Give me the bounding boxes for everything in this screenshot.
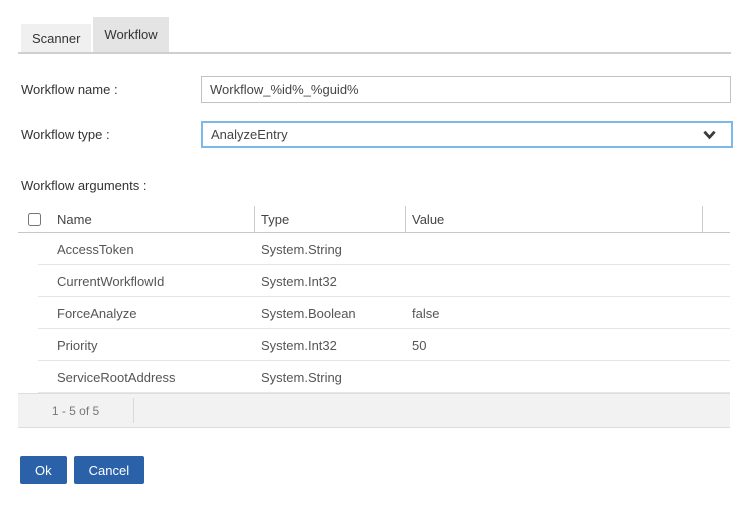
tab-bar: Scanner Workflow — [18, 0, 731, 54]
workflow-name-input[interactable] — [201, 76, 731, 103]
action-button-bar: Ok Cancel — [20, 456, 747, 484]
header-checkbox-cell — [18, 206, 57, 232]
cell-value: false — [406, 297, 703, 329]
cell-name: CurrentWorkflowId — [57, 265, 255, 297]
table-row[interactable]: CurrentWorkflowId System.Int32 — [18, 265, 730, 297]
workflow-name-label: Workflow name : — [21, 82, 201, 97]
workflow-type-row: Workflow type : AnalyzeEntry — [21, 121, 747, 148]
chevron-down-icon — [702, 128, 717, 141]
table-row[interactable]: Priority System.Int32 50 — [18, 329, 730, 361]
table-row[interactable]: ForceAnalyze System.Boolean false — [18, 297, 730, 329]
tab-scanner-label: Scanner — [32, 31, 80, 46]
column-header-name: Name — [57, 206, 255, 232]
cell-value: 50 — [406, 329, 703, 361]
column-header-type: Type — [255, 206, 406, 232]
tab-scanner[interactable]: Scanner — [21, 24, 91, 52]
arguments-table: Name Type Value AccessToken System.Strin… — [18, 206, 730, 428]
cell-value — [406, 233, 703, 265]
cell-type: System.Boolean — [255, 297, 406, 329]
pagination-status: 1 - 5 of 5 — [18, 398, 134, 423]
select-all-checkbox[interactable] — [28, 213, 41, 226]
cell-value — [406, 361, 703, 393]
cell-name: Priority — [57, 329, 255, 361]
tab-workflow[interactable]: Workflow — [93, 17, 168, 52]
cell-name: ForceAnalyze — [57, 297, 255, 329]
workflow-arguments-label: Workflow arguments : — [21, 178, 747, 193]
cell-type: System.Int32 — [255, 329, 406, 361]
workflow-type-label: Workflow type : — [21, 127, 201, 142]
table-header-row: Name Type Value — [18, 206, 730, 233]
cell-type: System.String — [255, 233, 406, 265]
cell-type: System.String — [255, 361, 406, 393]
header-spacer-cell — [703, 206, 730, 232]
workflow-type-value: AnalyzeEntry — [211, 127, 288, 142]
column-header-value: Value — [406, 206, 703, 232]
table-row[interactable]: AccessToken System.String — [18, 233, 730, 265]
tab-workflow-label: Workflow — [104, 27, 157, 42]
cell-name: ServiceRootAddress — [57, 361, 255, 393]
cell-type: System.Int32 — [255, 265, 406, 297]
table-row[interactable]: ServiceRootAddress System.String — [18, 361, 730, 393]
cancel-button[interactable]: Cancel — [74, 456, 144, 484]
cell-name: AccessToken — [57, 233, 255, 265]
table-footer: 1 - 5 of 5 — [18, 393, 730, 428]
ok-button[interactable]: Ok — [20, 456, 67, 484]
cell-value — [406, 265, 703, 297]
workflow-type-select[interactable]: AnalyzeEntry — [201, 121, 733, 148]
workflow-name-row: Workflow name : — [21, 76, 747, 103]
